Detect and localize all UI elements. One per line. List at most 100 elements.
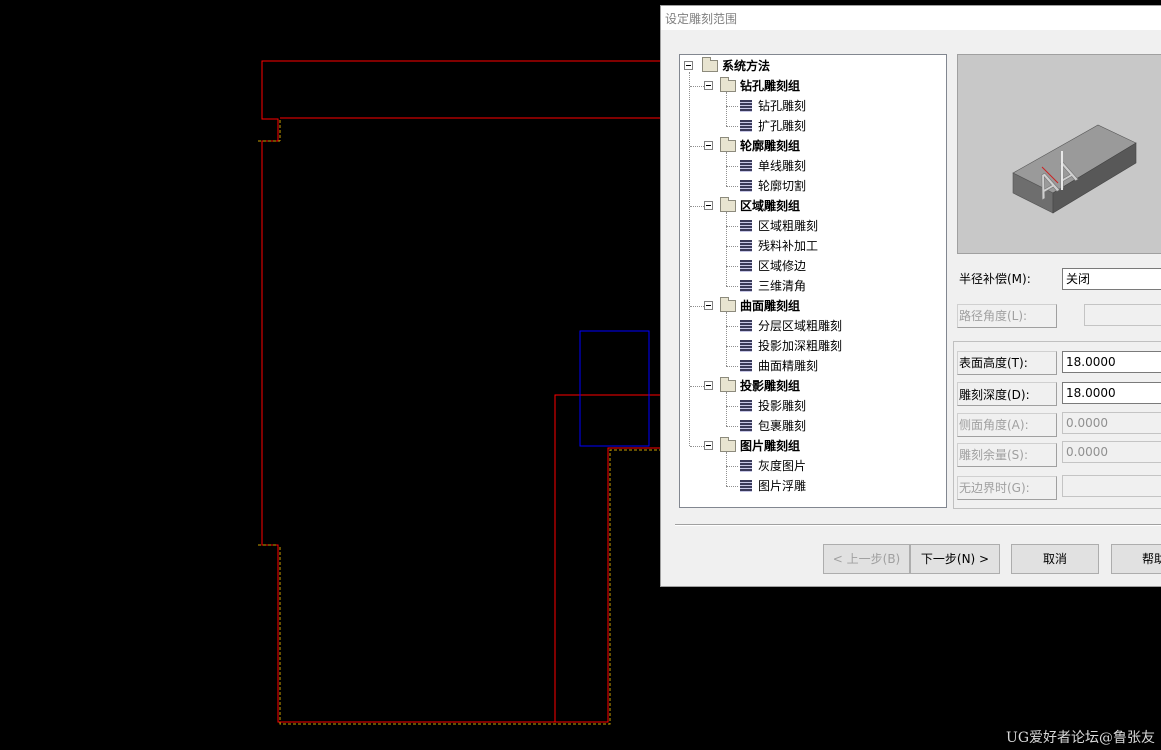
tree-connector <box>726 286 738 287</box>
tree-leaf[interactable]: 三维清角 <box>740 276 806 296</box>
help-button[interactable]: 帮助 <box>1111 544 1161 574</box>
tree-connector <box>726 326 738 327</box>
tree-connector <box>726 186 738 187</box>
tree-connector <box>726 152 727 186</box>
collapse-icon[interactable] <box>704 141 713 150</box>
engrave-allowance-field[interactable]: 0.0000 <box>1062 441 1161 463</box>
tree-leaf[interactable]: 投影雕刻 <box>740 396 806 416</box>
tree-leaf[interactable]: 单线雕刻 <box>740 156 806 176</box>
tree-connector <box>726 226 738 227</box>
tree-connector <box>690 446 704 447</box>
tree-connector <box>726 92 727 126</box>
tree-leaf[interactable]: 区域修边 <box>740 256 806 276</box>
tree-connector <box>726 126 738 127</box>
folder-icon <box>720 196 736 212</box>
tree-connector <box>690 386 704 387</box>
tree-leaf-label: 包裹雕刻 <box>758 419 807 433</box>
path-angle-field[interactable] <box>1084 304 1161 326</box>
collapse-icon[interactable] <box>684 61 693 70</box>
tree-leaf[interactable]: 残料补加工 <box>740 236 818 256</box>
folder-icon <box>720 296 736 312</box>
folder-icon <box>702 56 718 72</box>
tree-connector <box>690 206 704 207</box>
engrave-allowance-label: 雕刻余量(S): <box>959 448 1029 462</box>
tree-connector <box>726 212 727 286</box>
tree-connector <box>726 392 727 426</box>
engrave-depth-input[interactable]: 18.0000 <box>1062 382 1161 404</box>
tree-group-label: 图片雕刻组 <box>740 439 801 453</box>
tree-leaf-label: 曲面精雕刻 <box>758 359 819 373</box>
next-button[interactable]: 下一步(N) > <box>910 544 1000 574</box>
folder-icon <box>720 76 736 92</box>
tree-leaf[interactable]: 分层区域粗雕刻 <box>740 316 842 336</box>
method-icon <box>740 239 752 252</box>
surface-height-input[interactable]: 18.0000 <box>1062 351 1161 373</box>
tree-leaf[interactable]: 灰度图片 <box>740 456 806 476</box>
method-icon <box>740 119 752 132</box>
tree-leaf-label: 区域修边 <box>758 259 807 273</box>
button-separator <box>675 524 1161 526</box>
tree-connector <box>726 486 738 487</box>
tree-leaf[interactable]: 包裹雕刻 <box>740 416 806 436</box>
method-icon <box>740 339 752 352</box>
tree-connector <box>726 266 738 267</box>
collapse-icon[interactable] <box>704 81 713 90</box>
folder-icon <box>720 136 736 152</box>
tree-leaf[interactable]: 扩孔雕刻 <box>740 116 806 136</box>
tree-leaf-label: 灰度图片 <box>758 459 807 473</box>
tree-connector <box>726 166 738 167</box>
method-icon <box>740 159 752 172</box>
dialog-titlebar[interactable]: 设定雕刻范围 <box>661 6 1161 30</box>
dialog-title: 设定雕刻范围 <box>665 12 738 26</box>
tree-group[interactable]: 钻孔雕刻组 <box>704 76 801 96</box>
tree-group-label: 投影雕刻组 <box>740 379 801 393</box>
tree-leaf-label: 三维清角 <box>758 279 807 293</box>
engrave-depth-label: 雕刻深度(D): <box>959 388 1030 402</box>
method-icon <box>740 419 752 432</box>
tree-leaf-label: 投影加深粗雕刻 <box>758 339 843 353</box>
cad-dashed-line <box>279 449 660 725</box>
tree-connector <box>726 452 727 486</box>
tree-group[interactable]: 轮廓雕刻组 <box>704 136 800 156</box>
tree-leaf-label: 投影雕刻 <box>758 399 807 413</box>
collapse-icon[interactable] <box>704 201 713 210</box>
tree-leaf-label: 图片浮雕 <box>758 479 807 493</box>
method-tree[interactable]: 系统方法钻孔雕刻组钻孔雕刻 扩孔雕刻 轮廓雕刻组单线雕刻轮廓切割 区域雕刻组区域粗雕刻… <box>679 54 947 508</box>
method-icon <box>740 319 752 332</box>
engrave-preview-image: AA <box>957 54 1161 254</box>
path-angle-label: 路径角度(L): <box>959 309 1028 323</box>
radius-comp-select[interactable]: 关闭 <box>1062 268 1161 290</box>
collapse-icon[interactable] <box>704 301 713 310</box>
collapse-icon[interactable] <box>704 381 713 390</box>
prev-button[interactable]: < 上一步(B) <box>823 544 910 574</box>
tree-group[interactable]: 曲面雕刻组 <box>704 296 800 316</box>
side-angle-label: 侧面角度(A): <box>959 418 1029 432</box>
tree-leaf[interactable]: 投影加深粗雕刻 <box>740 336 842 356</box>
folder-icon <box>720 436 736 452</box>
tree-leaf[interactable]: 图片浮雕 <box>740 476 806 496</box>
tree-connector <box>689 72 690 446</box>
tree-connector <box>726 246 738 247</box>
method-icon <box>740 359 752 372</box>
tree-group[interactable]: 区域雕刻组 <box>704 196 800 216</box>
cancel-button[interactable]: 取消 <box>1011 544 1099 574</box>
method-icon <box>740 179 752 192</box>
collapse-icon[interactable] <box>704 441 713 450</box>
tree-group[interactable]: 图片雕刻组 <box>704 436 801 456</box>
folder-icon <box>720 376 736 392</box>
tree-root[interactable]: 系统方法 <box>684 56 770 76</box>
no-boundary-label: 无边界时(G): <box>959 481 1030 495</box>
tree-leaf[interactable]: 区域粗雕刻 <box>740 216 818 236</box>
tree-leaf[interactable]: 曲面精雕刻 <box>740 356 818 376</box>
tree-group-label: 钻孔雕刻组 <box>740 79 801 93</box>
tree-leaf-label: 单线雕刻 <box>758 159 807 173</box>
side-angle-field[interactable]: 0.0000 <box>1062 412 1161 434</box>
tree-leaf-label: 残料补加工 <box>758 239 819 253</box>
no-boundary-field[interactable] <box>1062 475 1161 497</box>
tree-group[interactable]: 投影雕刻组 <box>704 376 801 396</box>
tree-leaf-label: 区域粗雕刻 <box>758 219 819 233</box>
surface-height-label: 表面高度(T): <box>959 356 1028 370</box>
method-icon <box>740 259 752 272</box>
tree-leaf[interactable]: 钻孔雕刻 <box>740 96 806 116</box>
tree-leaf[interactable]: 轮廓切割 <box>740 176 806 196</box>
